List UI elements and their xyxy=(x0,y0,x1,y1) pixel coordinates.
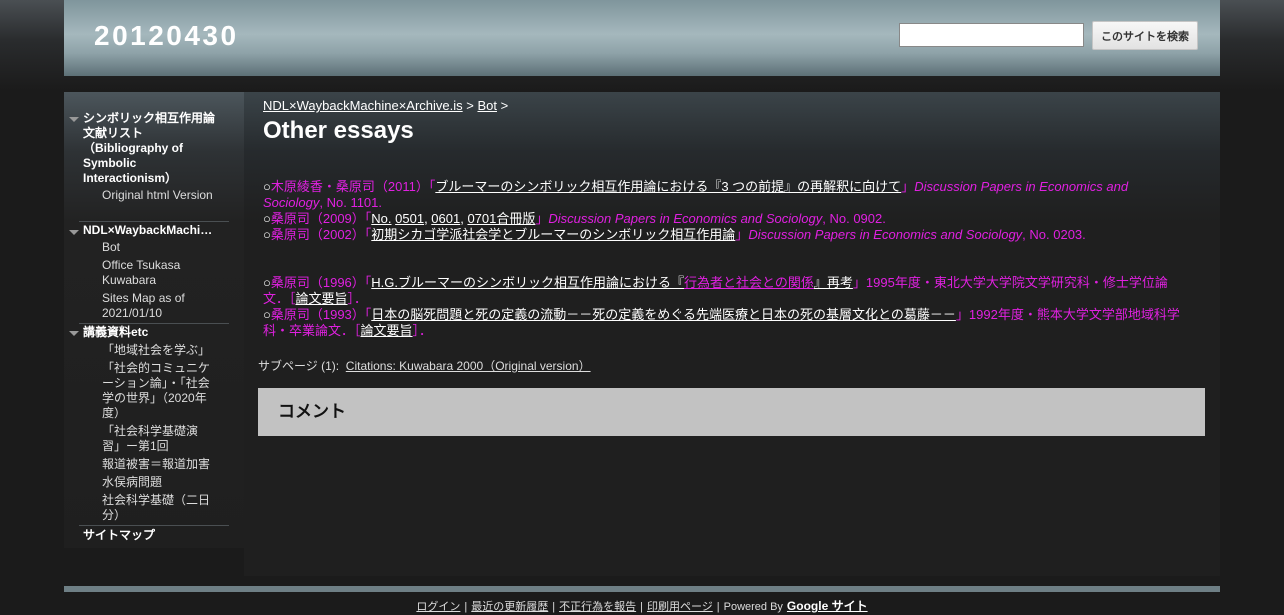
sidebar-item-lecture[interactable]: 「社会的コミュニケーション論」・「社会学の世界」（2020年度） xyxy=(102,361,216,421)
essay-link[interactable]: 』再考 xyxy=(814,275,853,290)
footer-login-link[interactable]: ログイン xyxy=(416,601,460,613)
summary-link[interactable]: 論文要旨 xyxy=(296,291,348,306)
sidebar-divider xyxy=(79,221,229,222)
sidebar-divider xyxy=(79,525,229,526)
footer: ログイン | 最近の更新履歴 | 不正行為を報告 | 印刷用ページ | Powered By Go… xyxy=(416,599,868,613)
footer-recent-changes-link[interactable]: 最近の更新履歴 xyxy=(471,601,548,613)
bullet: ○ xyxy=(263,179,271,194)
sidebar-item-lecture[interactable]: 「地域社会を学ぶ」 xyxy=(102,343,216,358)
sidebar-item-lecture[interactable]: 水俣病問題 xyxy=(102,475,216,490)
page-title: Other essays xyxy=(263,117,414,144)
entry-authors: 桑原司（1993）「 xyxy=(270,307,372,322)
search-input[interactable] xyxy=(899,23,1084,47)
bullet: ○ xyxy=(263,275,271,290)
entry-authors: 桑原司（2002）「 xyxy=(270,227,372,242)
sidebar-heading-ndl[interactable]: NDL×WaybackMachine×Archive.is xyxy=(83,223,215,238)
essay-link[interactable]: 0501 xyxy=(395,211,424,226)
footer-print-link[interactable]: 印刷用ページ xyxy=(647,601,713,613)
entry-tail: , No. 0203. xyxy=(1022,227,1086,242)
breadcrumb: NDL×WaybackMachine×Archive.is > Bot > xyxy=(263,98,508,113)
search-button[interactable]: このサイトを検索 xyxy=(1092,21,1198,50)
subpage-link[interactable]: Citations: Kuwabara 2000（Original versio… xyxy=(346,359,591,373)
sidebar-item-bot[interactable]: Bot xyxy=(102,240,216,255)
main-content: NDL×WaybackMachine×Archive.is > Bot > Ot… xyxy=(244,92,1220,576)
entry-tail: , No. 1101. xyxy=(319,195,383,210)
essay-link[interactable]: ブルーマーのシンボリック相互作用論における『3 つの前提』の再解釈に向けて xyxy=(435,179,901,194)
expand-triangle-icon[interactable] xyxy=(69,331,79,336)
entry-end: ］． xyxy=(412,323,433,338)
breadcrumb-separator: > xyxy=(462,98,478,113)
sidebar-item-lecture[interactable]: 「社会科学基礎演習」ー第1回 xyxy=(102,424,216,454)
essay-list: ○木原綾香・桑原司（2011）「ブルーマーのシンボリック相互作用論における『3 … xyxy=(263,179,1183,339)
summary-link[interactable]: 論文要旨 xyxy=(361,323,413,338)
essay-link[interactable]: H.G.ブルーマーのシンボリック相互作用論における『 xyxy=(371,275,684,290)
breadcrumb-link-bot[interactable]: Bot xyxy=(477,98,497,113)
expand-triangle-icon[interactable] xyxy=(69,117,79,122)
entry-close: 」 xyxy=(735,227,749,242)
bullet: ○ xyxy=(263,211,271,226)
list-item: ○木原綾香・桑原司（2011）「ブルーマーのシンボリック相互作用論における『3 … xyxy=(263,179,1183,211)
sidebar-divider xyxy=(79,323,229,324)
bullet: ○ xyxy=(263,307,271,322)
entry-close: 」 xyxy=(901,179,915,194)
google-sites-link[interactable]: Google サイト xyxy=(787,599,868,613)
essay-link[interactable]: 0701合冊版 xyxy=(467,211,535,226)
site-header: 20120430 このサイトを検索 xyxy=(64,0,1220,76)
entry-authors: 木原綾香・桑原司（2011）「 xyxy=(270,179,436,194)
sidebar-sitemap-link[interactable]: サイトマップ xyxy=(83,528,215,543)
entry-end: ］． xyxy=(347,291,368,306)
sidebar-heading-bibliography[interactable]: シンボリック相互作用論文献リスト（Bibliography of Symboli… xyxy=(83,111,215,186)
subpages: サブページ (1): Citations: Kuwabara 2000（Orig… xyxy=(258,357,591,374)
entry-journal: Discussion Papers in Economics and Socio… xyxy=(548,211,823,226)
entry-close: 」 xyxy=(535,211,549,226)
sidebar-item-office[interactable]: Office Tsukasa Kuwabara xyxy=(102,258,216,288)
expand-triangle-icon[interactable] xyxy=(69,230,79,235)
entry-tail: , No. 0902. xyxy=(822,211,886,226)
comment-section: コメント xyxy=(258,388,1205,436)
list-item: ○桑原司（1996）「H.G.ブルーマーのシンボリック相互作用論における『行為者… xyxy=(263,275,1183,307)
essay-link[interactable]: 日本の脳死問題と死の定義の流動－－死の定義をめぐる先端医療と日本の死の基層文化と… xyxy=(371,307,956,322)
list-item: ○桑原司（1993）「日本の脳死問題と死の定義の流動－－死の定義をめぐる先端医療… xyxy=(263,307,1183,339)
subpages-label: サブページ (1): xyxy=(258,359,340,373)
breadcrumb-separator: > xyxy=(497,98,509,113)
essay-link[interactable]: 初期シカゴ学派社会学とブルーマーのシンボリック相互作用論 xyxy=(371,227,735,242)
footer-report-abuse-link[interactable]: 不正行為を報告 xyxy=(559,601,636,613)
list-item: ○桑原司（2002）「初期シカゴ学派社会学とブルーマーのシンボリック相互作用論」… xyxy=(263,227,1183,243)
sidebar-item-original-html[interactable]: Original html Version xyxy=(102,188,216,203)
footer-divider xyxy=(64,586,1220,592)
bullet: ○ xyxy=(263,227,271,242)
breadcrumb-link-ndl[interactable]: NDL×WaybackMachine×Archive.is xyxy=(263,98,463,113)
site-title[interactable]: 20120430 xyxy=(94,20,239,52)
entry-journal: Discussion Papers in Economics and Socio… xyxy=(748,227,1023,242)
sidebar-item-sites-map[interactable]: Sites Map as of 2021/01/10 xyxy=(102,291,216,321)
essay-link[interactable]: 0601 xyxy=(431,211,460,226)
essay-link[interactable]: No. xyxy=(371,211,391,226)
sidebar-nav: シンボリック相互作用論文献リスト（Bibliography of Symboli… xyxy=(64,92,244,548)
list-item: ○桑原司（2009）「No. 0501, 0601, 0701合冊版」Discu… xyxy=(263,211,886,226)
entry-authors: 桑原司（1996）「 xyxy=(270,275,372,290)
sidebar-item-lecture[interactable]: 社会科学基礎（二日分） xyxy=(102,493,216,523)
entry-authors: 桑原司（2009）「 xyxy=(270,211,372,226)
comment-heading: コメント xyxy=(278,402,346,421)
sidebar-item-lecture[interactable]: 報道被害＝報道加害 xyxy=(102,457,216,472)
essay-link-highlight[interactable]: 行為者と社会との関係 xyxy=(684,275,814,290)
sidebar-heading-lectures[interactable]: 講義資料etc xyxy=(83,325,215,340)
powered-by-text: Powered By xyxy=(723,601,783,613)
